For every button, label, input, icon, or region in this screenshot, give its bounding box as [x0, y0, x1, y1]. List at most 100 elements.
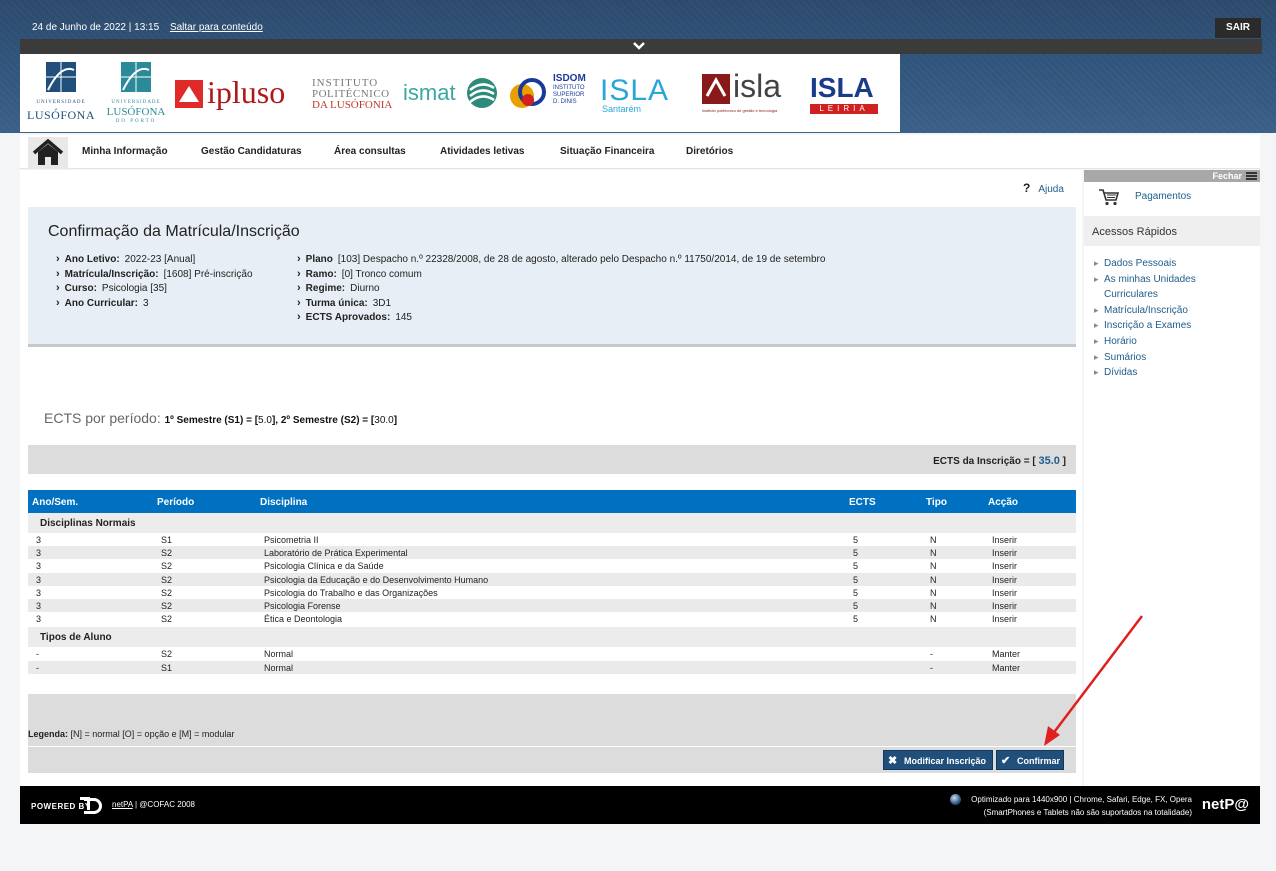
table-cell: N — [930, 574, 937, 585]
nav-situacao-financeira[interactable]: Situação Financeira — [560, 146, 654, 157]
date-time: 24 de Junho de 2022 | 13:15 Saltar para … — [32, 22, 263, 33]
main-content: ? Ajuda Confirmação da Matrícula/Inscriçã… — [20, 170, 1082, 786]
isla-logo[interactable]: isla instituto politécnico de gestão e t… — [702, 68, 802, 118]
collapse-header-bar[interactable] — [20, 39, 1262, 54]
table-cell: Manter — [992, 662, 1021, 673]
help-label[interactable]: Ajuda — [1038, 184, 1064, 195]
payments-label[interactable]: Pagamentos — [1135, 191, 1191, 202]
nav-area-consultas[interactable]: Área consultas — [334, 146, 406, 157]
lusofona-logo[interactable]: UNIVERSIDADE LUSÓFONA — [25, 60, 97, 126]
home-button[interactable] — [28, 137, 68, 169]
table-cell: S2 — [161, 600, 173, 611]
sidebar-close-bar[interactable]: Fechar — [1084, 170, 1260, 182]
ipluso-logo[interactable]: ipluso — [175, 74, 305, 112]
payments-link[interactable]: Pagamentos — [1084, 182, 1260, 214]
quick-link-dados-pessoais[interactable]: Dados Pessoais — [1094, 256, 1254, 272]
institutions-logo-strip: UNIVERSIDADE LUSÓFONA UNIVERSIDADE LUSÓF… — [20, 54, 900, 132]
isla-santarem-name: ISLA — [600, 74, 670, 107]
col-header-periodo: Período — [157, 497, 195, 508]
lusofona-porto-line2: LUSÓFONA — [106, 106, 166, 118]
nav-diretorios[interactable]: Diretórios — [686, 146, 733, 157]
table-row: - S2 Normal - Manter — [28, 647, 1076, 660]
ipl-logo[interactable]: INSTITUTO POLITÉCNICO DA LUSÓFONIA — [312, 78, 402, 118]
table-cell: N — [930, 600, 937, 611]
isdom-logo[interactable]: ISDOM INSTITUTO SUPERIOR D. DINIS — [508, 74, 593, 118]
info-right-column: › Plano [103] Despacho n.º 22328/2008, de … — [297, 253, 825, 326]
table-row: 3 S2 Psicologia do Trabalho e das Organiza… — [28, 586, 1076, 599]
confirm-button[interactable]: ✔ Confirmar — [996, 750, 1064, 770]
ects-period-label: ECTS por período: — [44, 410, 161, 426]
chevron-right-icon: › — [297, 311, 301, 323]
s2-close: ] — [393, 415, 398, 426]
table-cell: 5 — [853, 574, 859, 585]
table-cell: S2 — [161, 587, 173, 598]
chevron-right-icon: › — [56, 253, 60, 265]
quick-link-horario[interactable]: Horário — [1094, 334, 1254, 350]
table-cell: Psicologia Clínica e da Saúde — [264, 561, 384, 572]
ects-enrollment-bar: ECTS da Inscrição = [ 35.0 ] — [28, 445, 1076, 474]
legend: Legenda: [N] = normal [O] = opção e [M] … — [28, 729, 234, 739]
group-title: Disciplinas Normais — [40, 518, 136, 529]
isla-leiria-logo[interactable]: ISLA LEIRIA — [808, 72, 880, 116]
isla-santarem-logo[interactable]: ISLA Santarém — [600, 74, 700, 118]
modify-enrollment-button[interactable]: ✖ Modificar Inscrição — [883, 750, 993, 770]
group-title: Tipos de Aluno — [40, 632, 112, 644]
info-label: Curso: — [64, 283, 97, 294]
checkmark-icon: ✔ — [1001, 755, 1011, 767]
netpa-link[interactable]: netPA — [112, 800, 133, 809]
nav-minha-informacao[interactable]: Minha Informação — [82, 146, 168, 157]
home-icon[interactable] — [32, 139, 64, 167]
info-row: › Curso: Psicologia [35] — [56, 282, 253, 297]
table-cell: Manter — [992, 649, 1021, 660]
table-cell: 3 — [36, 561, 42, 572]
table-cell: Ética e Deontologia — [264, 614, 343, 625]
nav-gestao-candidaturas[interactable]: Gestão Candidaturas — [201, 146, 302, 157]
chevron-right-icon: › — [56, 282, 60, 294]
menu-icon[interactable] — [1246, 172, 1257, 180]
skip-to-content-link[interactable]: Saltar para conteúdo — [170, 22, 263, 33]
col-header-ects: ECTS — [849, 497, 876, 508]
isla-name: isla — [733, 68, 782, 104]
lusofona-porto-logo[interactable]: UNIVERSIDADE LUSÓFONA DO PORTO — [100, 60, 172, 126]
info-value: 3 — [143, 297, 149, 309]
copyright-text: | @COFAC 2008 — [132, 800, 195, 809]
info-row: › Ano Curricular: 3 — [56, 297, 253, 312]
table-cell: 5 — [853, 587, 859, 598]
actions-bar: ✖ Modificar Inscrição ✔ Confirmar — [28, 747, 1076, 773]
ismat-logo[interactable]: ismat — [403, 78, 503, 114]
table-cell: Inserir — [992, 614, 1018, 625]
isdom-line4: D. DINIS — [553, 99, 577, 105]
sidebar-close-label[interactable]: Fechar — [1212, 171, 1242, 181]
chevron-right-icon: › — [56, 296, 60, 309]
table-cell: Normal — [264, 662, 294, 673]
table-cell: 3 — [36, 535, 42, 545]
nav-atividades-letivas[interactable]: Atividades letivas — [440, 146, 524, 157]
footer-copyright: netPA | @COFAC 2008 — [112, 800, 195, 809]
netpa-logo: netP@ — [1201, 796, 1249, 813]
quick-link-inscricao-exames[interactable]: Inscrição a Exames — [1094, 318, 1254, 334]
help-icon[interactable]: ? — [1023, 181, 1030, 195]
info-value: Psicologia [35] — [101, 283, 167, 294]
quick-link-matricula-inscricao[interactable]: Matrícula/Inscrição — [1094, 303, 1254, 319]
confirm-label: Confirmar — [1017, 756, 1061, 766]
info-label: Matrícula/Inscrição: — [64, 268, 159, 280]
table-cell: Laboratório de Prática Experimental — [264, 548, 408, 559]
logout-button[interactable]: SAIR — [1215, 18, 1261, 38]
col-header-accao: Acção — [988, 497, 1019, 508]
help-link[interactable]: ? Ajuda — [1023, 181, 1064, 195]
table-cell: Inserir — [992, 561, 1018, 572]
isdom-line3: SUPERIOR — [553, 92, 585, 98]
info-row: › ECTS Aprovados: 145 — [297, 311, 825, 326]
info-value: 145 — [395, 312, 412, 323]
table-cell: N — [930, 614, 937, 625]
quick-link-dividas[interactable]: Dívidas — [1094, 365, 1254, 381]
quick-link-unidades-curriculares[interactable]: As minhas Unidades Curriculares — [1094, 272, 1204, 303]
quick-link-sumarios[interactable]: Sumários — [1094, 350, 1254, 366]
info-label: Regime: — [305, 283, 346, 294]
table-cell: Inserir — [992, 587, 1018, 598]
chevron-right-icon: › — [297, 282, 301, 294]
lusofona-porto-line1: UNIVERSIDADE — [111, 100, 161, 105]
col-header-ano-sem: Ano/Sem. — [32, 497, 79, 508]
table-cell: S2 — [161, 561, 173, 572]
page-title: Confirmação da Matrícula/Inscrição — [48, 223, 300, 240]
